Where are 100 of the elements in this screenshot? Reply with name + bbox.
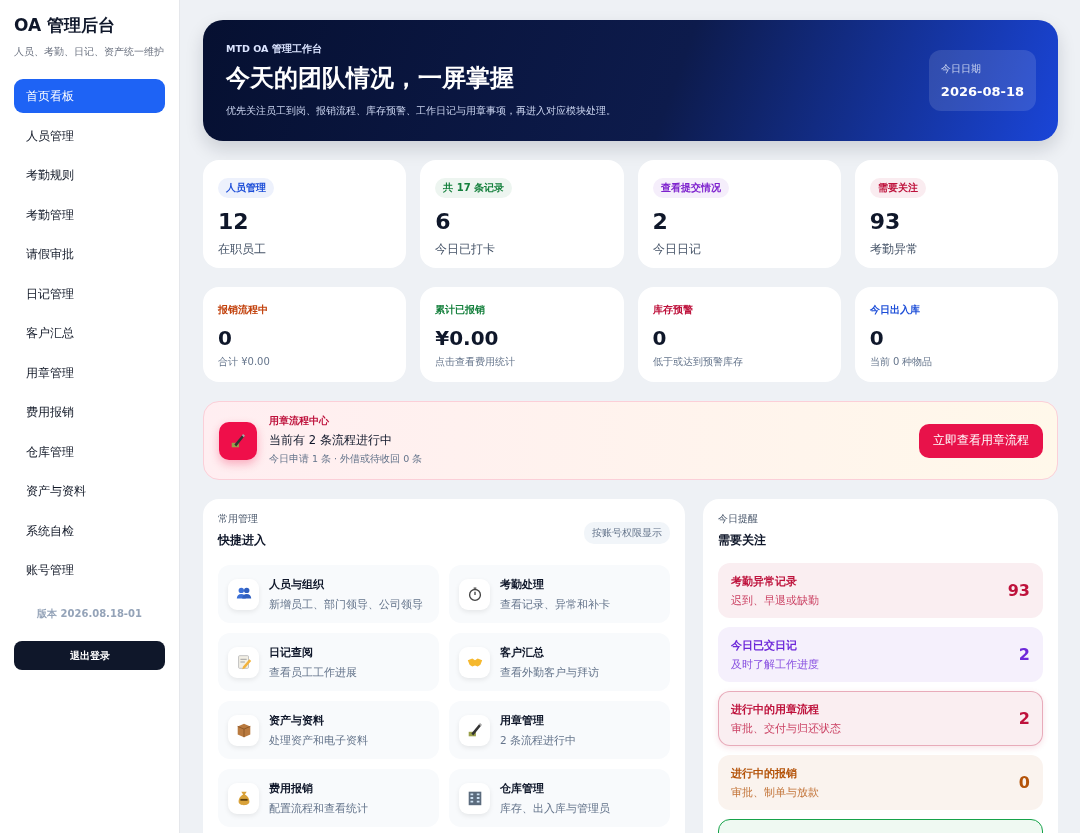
hero-title: 今天的团队情况，一屏掌握	[226, 63, 515, 94]
metric-note: 当前 0 种物品	[869, 355, 934, 369]
sidebar-item[interactable]: 用章管理	[14, 355, 165, 390]
reminder-card[interactable]: 今日已交日记 及时了解工作进度 2	[718, 627, 1043, 682]
stat-tag: 查看提交情况	[652, 178, 729, 198]
sidebar-item[interactable]: 系统自检	[14, 513, 165, 548]
quick-entry[interactable]: 用章管理 2 条流程进行中	[449, 701, 670, 759]
permission-badge: 按账号权限显示	[584, 522, 670, 544]
metric-note: 低于或达到预警库存	[652, 355, 744, 369]
metric-value: 0	[869, 326, 885, 350]
sidebar-item[interactable]: 人员管理	[14, 118, 165, 153]
view-seal-button[interactable]: 立即查看用章流程	[919, 423, 1043, 458]
stat-label: 今日日记	[652, 242, 702, 257]
reminder-subtitle: 审批、制单与放款	[731, 785, 819, 800]
logout-button[interactable]: 退出登录	[14, 641, 165, 670]
reminder-subtitle: 迟到、早退或缺勤	[731, 593, 819, 608]
metric-title: 报销流程中	[218, 303, 269, 317]
entry-subtitle: 查看外勤客户与拜访	[500, 665, 599, 680]
entry-subtitle: 2 条流程进行中	[500, 733, 577, 748]
date-label: 今日日期	[940, 62, 982, 76]
metric-value: ¥0.00	[435, 326, 500, 350]
panel-title: 快捷进入	[218, 532, 266, 549]
stat-tag: 共 17 条记录	[435, 178, 513, 198]
quick-entry[interactable]: 费用报销 配置流程和查看统计	[218, 769, 439, 827]
sidebar-item[interactable]: 客户汇总	[14, 316, 165, 350]
entry-subtitle: 查看员工工作进展	[269, 665, 357, 680]
reminder-count: 2	[1018, 645, 1030, 664]
entry-title: 客户汇总	[500, 644, 545, 660]
reminder-card[interactable]: 考勤异常记录 迟到、早退或缺勤 93	[718, 563, 1043, 618]
metric-value: 0	[218, 326, 233, 350]
metric-value: 0	[652, 326, 668, 350]
metric-card[interactable]: 今日出入库 0 当前 0 种物品	[854, 287, 1058, 382]
metric-note: 点击查看费用统计	[435, 355, 517, 369]
reminder-title: 进行中的用章流程	[731, 701, 820, 717]
sidebar-item[interactable]: 日记管理	[14, 276, 165, 311]
hero-eyebrow: MTD OA 管理工作台	[226, 43, 323, 56]
stat-card[interactable]: 需要关注 93 考勤异常	[854, 160, 1058, 268]
sidebar-item[interactable]: 账号管理	[14, 553, 165, 587]
reminder-title: 考勤异常记录	[731, 573, 798, 589]
reminder-count: 0	[1018, 773, 1030, 792]
entry-title: 资产与资料	[269, 712, 325, 728]
hero-description: 优先关注员工到岗、报销流程、库存预警、工作日记与用章事项，再进入对应模块处理。	[226, 104, 616, 118]
reminder-subtitle: 及时了解工作进度	[731, 657, 819, 672]
stat-card[interactable]: 人员管理 12 在职员工	[203, 160, 407, 268]
sidebar-item[interactable]: 费用报销	[14, 395, 165, 429]
reminder-count: 93	[1007, 581, 1030, 600]
stat-tag: 人员管理	[218, 178, 274, 198]
entry-title: 考勤处理	[500, 576, 545, 592]
stat-label: 在职员工	[218, 242, 267, 257]
entry-subtitle: 处理资产和电子资料	[269, 733, 368, 748]
stat-label: 今日已打卡	[435, 242, 497, 257]
reminder-card[interactable]: 进行中的报销 审批、制单与放款 0	[718, 755, 1043, 810]
stat-value: 93	[869, 209, 902, 234]
panel-title: 需要关注	[718, 532, 766, 549]
stat-value: 2	[652, 209, 669, 234]
stat-card[interactable]: 查看提交情况 2 今日日记	[637, 160, 841, 268]
sidebar-item[interactable]: 考勤管理	[14, 197, 165, 232]
fountain-pen-icon	[229, 431, 247, 450]
entry-title: 日记查阅	[269, 644, 314, 660]
metric-title: 今日出入库	[869, 303, 921, 317]
stat-tag: 需要关注	[869, 178, 926, 198]
reminder-card[interactable]: 进行中的用章流程 审批、交付与归还状态 2	[718, 691, 1043, 746]
metric-card[interactable]: 累计已报销 ¥0.00 点击查看费用统计	[420, 287, 624, 382]
sidebar-item[interactable]: 仓库管理	[14, 434, 165, 469]
app-subtitle: 人员、考勤、日记、资产统一维护	[14, 45, 165, 59]
quick-entry[interactable]: 日记查阅 查看员工工作进展	[218, 633, 439, 691]
metric-note: 合计 ¥0.00	[218, 355, 271, 369]
entry-title: 费用报销	[269, 780, 314, 796]
stat-value: 12	[218, 209, 250, 234]
seal-title: 当前有 2 条流程进行中	[269, 433, 393, 448]
entry-title: 人员与组织	[269, 576, 325, 592]
quick-entry[interactable]: 仓库管理 库存、出入库与管理员	[449, 769, 670, 827]
sidebar-item[interactable]: 资产与资料	[14, 474, 165, 508]
metric-card[interactable]: 库存预警 0 低于或达到预警库存	[637, 287, 841, 382]
quick-entry[interactable]: 考勤处理 查看记录、异常和补卡	[449, 565, 670, 623]
panel-eyebrow: 常用管理	[218, 513, 259, 526]
quick-entry[interactable]: 客户汇总 查看外勤客户与拜访	[449, 633, 670, 691]
sidebar-item[interactable]: 考勤规则	[14, 158, 165, 192]
seal-eyebrow: 用章流程中心	[269, 415, 330, 428]
entry-title: 用章管理	[500, 712, 545, 728]
stat-value: 6	[435, 209, 452, 234]
stat-label: 考勤异常	[869, 242, 919, 257]
entry-subtitle: 查看记录、异常和补卡	[500, 597, 610, 612]
reminder-title: 今日已交日记	[731, 637, 798, 653]
sidebar-item[interactable]: 首页看板	[14, 79, 165, 113]
metric-title: 累计已报销	[435, 303, 487, 317]
stat-card[interactable]: 共 17 条记录 6 今日已打卡	[420, 160, 624, 268]
entry-subtitle: 新增员工、部门领导、公司领导	[269, 597, 423, 612]
entry-title: 仓库管理	[500, 780, 545, 796]
reminder-title: 进行中的报销	[731, 765, 798, 781]
metric-title: 库存预警	[652, 303, 694, 317]
quick-entry[interactable]: 人员与组织 新增员工、部门领导、公司领导	[218, 565, 439, 623]
version-text: 版本 2026.08.18-01	[36, 607, 143, 621]
app-title: OA 管理后台	[14, 14, 117, 37]
metric-card[interactable]: 报销流程中 0 合计 ¥0.00	[203, 287, 407, 382]
sidebar-item[interactable]: 请假审批	[14, 237, 165, 271]
entry-subtitle: 配置流程和查看统计	[269, 801, 368, 816]
quick-entry[interactable]: 资产与资料 处理资产和电子资料	[218, 701, 439, 759]
entry-subtitle: 库存、出入库与管理员	[500, 801, 610, 816]
panel-eyebrow: 今日提醒	[718, 513, 759, 526]
